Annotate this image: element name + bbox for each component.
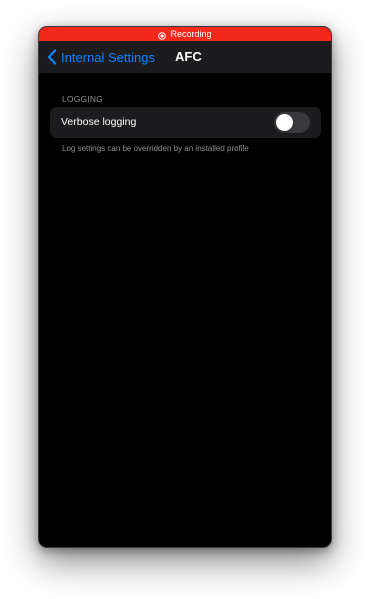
recording-indicator-bar[interactable]: Recording xyxy=(39,27,331,41)
section-footer-note: Log settings can be overridden by an ins… xyxy=(62,144,249,153)
toggle-knob xyxy=(276,114,293,131)
navigation-bar: Internal Settings AFC xyxy=(39,41,331,73)
settings-row-verbose-logging: Verbose logging xyxy=(50,107,321,138)
verbose-logging-toggle[interactable] xyxy=(274,112,310,133)
page-title: AFC xyxy=(175,49,202,64)
back-button[interactable]: Internal Settings xyxy=(47,41,155,73)
back-button-label: Internal Settings xyxy=(61,49,155,65)
row-label: Verbose logging xyxy=(61,116,137,128)
app-window: Recording Internal Settings AFC LOGGING … xyxy=(38,26,332,548)
record-icon xyxy=(158,30,167,40)
chevron-left-icon xyxy=(47,49,57,65)
recording-label: Recording xyxy=(170,29,212,39)
section-header-logging: LOGGING xyxy=(62,94,104,104)
